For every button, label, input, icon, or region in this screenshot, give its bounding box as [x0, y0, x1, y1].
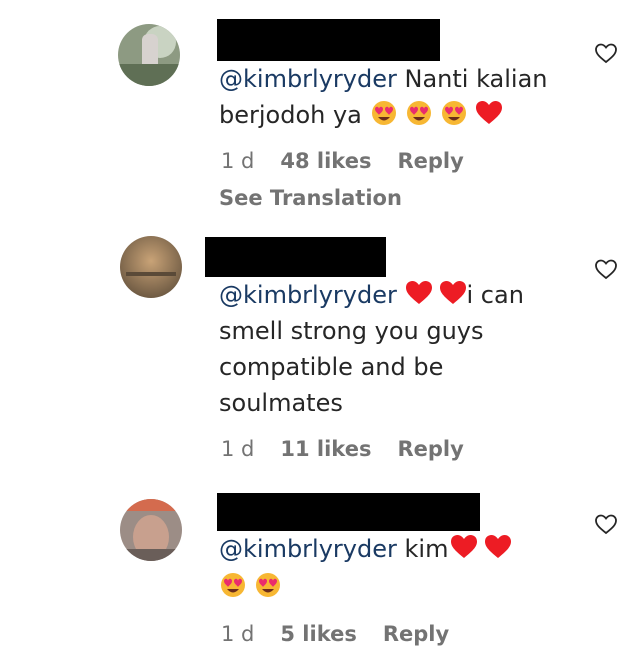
red-heart-emoji-icon	[439, 281, 466, 304]
heart-eyes-emoji-icon	[371, 101, 396, 125]
heart-outline-icon[interactable]	[594, 41, 618, 65]
comment-text-line: kim	[404, 535, 449, 563]
comment-text: @kimbrlyryder i can smell strong you guy…	[219, 277, 579, 421]
comment-meta: 1 d 11 likes Reply	[221, 437, 490, 461]
timestamp: 1 d	[221, 149, 255, 173]
redacted-username	[217, 19, 440, 61]
red-heart-emoji-icon	[451, 535, 478, 558]
comment-text-line: soulmates	[219, 389, 343, 417]
avatar-image	[120, 236, 182, 298]
timestamp: 1 d	[221, 622, 255, 646]
likes-count[interactable]: 5 likes	[280, 622, 356, 646]
comment-text-line: smell strong you guys	[219, 317, 484, 345]
avatar[interactable]	[118, 24, 180, 86]
heart-eyes-emoji-icon	[221, 573, 245, 597]
avatar[interactable]	[120, 499, 182, 561]
timestamp: 1 d	[221, 437, 255, 461]
comment-meta: 1 d 5 likes Reply	[221, 622, 475, 646]
comment-text: @kimbrlyryder Nanti kalian berjodoh ya	[219, 61, 579, 133]
heart-outline-icon[interactable]	[594, 257, 618, 281]
heart-outline-icon[interactable]	[594, 512, 618, 536]
comment-text-line: Nanti kalian	[404, 65, 548, 93]
comment-text: @kimbrlyryder kim	[219, 531, 579, 605]
comment-text-line: compatible and be	[219, 353, 444, 381]
comment-meta: 1 d 48 likes Reply	[221, 149, 490, 173]
red-heart-emoji-icon	[485, 535, 512, 558]
mention-link[interactable]: @kimbrlyryder	[219, 281, 397, 309]
reply-button[interactable]: Reply	[397, 149, 463, 173]
comment-text-line: i can	[466, 281, 524, 309]
avatar[interactable]	[120, 236, 182, 298]
reply-button[interactable]: Reply	[383, 622, 449, 646]
reply-button[interactable]: Reply	[397, 437, 463, 461]
heart-eyes-emoji-icon	[406, 101, 431, 125]
likes-count[interactable]: 48 likes	[280, 149, 371, 173]
red-heart-emoji-icon	[475, 101, 502, 124]
likes-count[interactable]: 11 likes	[280, 437, 371, 461]
see-translation-link[interactable]: See Translation	[219, 186, 402, 210]
redacted-username	[205, 237, 386, 277]
mention-link[interactable]: @kimbrlyryder	[219, 535, 397, 563]
avatar-image	[118, 24, 180, 86]
heart-eyes-emoji-icon	[256, 573, 280, 597]
comment-text-line: berjodoh ya	[219, 101, 362, 129]
avatar-image	[120, 499, 182, 561]
redacted-username	[217, 493, 480, 531]
heart-eyes-emoji-icon	[441, 101, 466, 125]
red-heart-emoji-icon	[405, 281, 432, 304]
mention-link[interactable]: @kimbrlyryder	[219, 65, 397, 93]
